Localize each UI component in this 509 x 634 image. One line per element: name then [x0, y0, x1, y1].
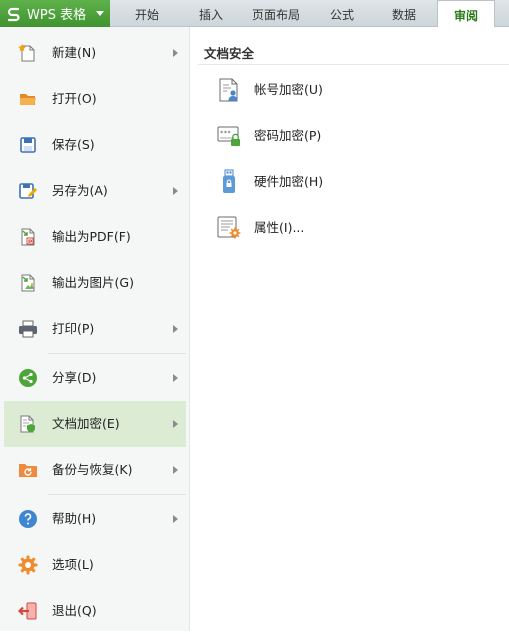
menu-item-print[interactable]: 打印(P) — [4, 306, 186, 352]
wps-menu-button[interactable]: WPS 表格 — [0, 0, 110, 27]
menu-item-save-as[interactable]: 另存为(A) — [4, 168, 186, 214]
menu-divider — [48, 353, 186, 354]
tab-data[interactable]: 数据 — [374, 0, 434, 27]
save-as-icon — [18, 181, 38, 201]
properties-icon — [216, 215, 242, 241]
account-encrypt-icon — [216, 77, 242, 103]
export-image-icon — [18, 273, 38, 293]
file-menu: 新建(N) 打开(O) 保存(S) 另存为(A) 输出为PDF(F) 输出为图片… — [0, 27, 190, 631]
menu-item-label: 另存为(A) — [52, 183, 108, 198]
panel-divider — [198, 64, 509, 65]
sub-item-label: 帐号加密(U) — [254, 82, 323, 97]
menu-item-label: 退出(Q) — [52, 603, 97, 618]
save-icon — [18, 135, 38, 155]
menu-item-export-image[interactable]: 输出为图片(G) — [4, 260, 186, 306]
menu-item-save[interactable]: 保存(S) — [4, 122, 186, 168]
exit-icon — [17, 601, 38, 621]
help-icon — [18, 509, 38, 529]
menu-item-label: 输出为PDF(F) — [52, 229, 131, 244]
tab-start[interactable]: 开始 — [116, 0, 178, 27]
submenu-arrow-icon — [173, 515, 178, 523]
tab-formula[interactable]: 公式 — [312, 0, 372, 27]
submenu-arrow-icon — [173, 374, 178, 382]
submenu-arrow-icon — [173, 49, 178, 57]
submenu-arrow-icon — [173, 466, 178, 474]
export-pdf-icon — [18, 227, 38, 247]
usb-encrypt-icon — [216, 169, 242, 195]
usb-encrypt-item[interactable]: 硬件加密(H) — [216, 162, 496, 202]
sub-item-label: 密码加密(P) — [254, 128, 322, 143]
svg-text:***: *** — [220, 130, 231, 137]
menu-item-label: 帮助(H) — [52, 511, 97, 526]
share-icon — [18, 368, 38, 388]
wps-menu-caret-icon — [96, 11, 104, 16]
menu-item-label: 分享(D) — [52, 370, 97, 385]
menu-item-label: 备份与恢复(K) — [52, 462, 133, 477]
new-document-icon — [18, 43, 38, 63]
wps-logo-icon — [6, 6, 22, 22]
document-lock-icon — [18, 414, 38, 434]
ribbon-tab-bar: WPS 表格 开始 插入 页面布局 公式 数据 审阅 — [0, 0, 509, 28]
menu-item-label: 新建(N) — [52, 45, 97, 60]
tab-insert[interactable]: 插入 — [180, 0, 242, 27]
password-encrypt-icon: *** — [216, 123, 242, 149]
menu-item-label: 打开(O) — [52, 91, 97, 106]
submenu-arrow-icon — [173, 325, 178, 333]
panel-title: 文档安全 — [204, 46, 255, 61]
menu-item-open[interactable]: 打开(O) — [4, 76, 186, 122]
sub-item-label: 硬件加密(H) — [254, 174, 324, 189]
tab-page-layout[interactable]: 页面布局 — [244, 0, 308, 27]
backup-restore-icon — [18, 460, 38, 480]
menu-item-share[interactable]: 分享(D) — [4, 355, 186, 401]
password-encrypt-item[interactable]: *** 密码加密(P) — [216, 116, 496, 156]
menu-item-label: 保存(S) — [52, 137, 95, 152]
properties-item[interactable]: 属性(I)... — [216, 208, 496, 248]
document-security-panel: 文档安全 帐号加密(U) *** 密码加密(P) 硬件加密(H) 属性(I)..… — [190, 27, 509, 631]
menu-item-help[interactable]: 帮助(H) — [4, 496, 186, 542]
menu-divider — [48, 494, 186, 495]
printer-icon — [18, 319, 38, 339]
sub-item-label: 属性(I)... — [254, 220, 305, 235]
menu-item-new[interactable]: 新建(N) — [4, 30, 186, 76]
wps-menu-label: WPS 表格 — [27, 8, 87, 23]
menu-item-label: 文档加密(E) — [52, 416, 120, 431]
menu-item-label: 输出为图片(G) — [52, 275, 134, 290]
menu-item-export-pdf[interactable]: 输出为PDF(F) — [4, 214, 186, 260]
menu-item-document-encrypt[interactable]: 文档加密(E) — [4, 401, 186, 447]
gear-icon — [18, 555, 38, 575]
menu-item-options[interactable]: 选项(L) — [4, 542, 186, 588]
tab-review[interactable]: 审阅 — [437, 0, 495, 28]
menu-item-exit[interactable]: 退出(Q) — [4, 588, 186, 634]
submenu-arrow-icon — [173, 187, 178, 195]
menu-item-label: 打印(P) — [52, 321, 95, 336]
submenu-arrow-icon — [173, 420, 178, 428]
menu-item-label: 选项(L) — [52, 557, 94, 572]
menu-item-backup-restore[interactable]: 备份与恢复(K) — [4, 447, 186, 493]
account-encrypt-item[interactable]: 帐号加密(U) — [216, 70, 496, 110]
open-folder-icon — [18, 89, 38, 109]
